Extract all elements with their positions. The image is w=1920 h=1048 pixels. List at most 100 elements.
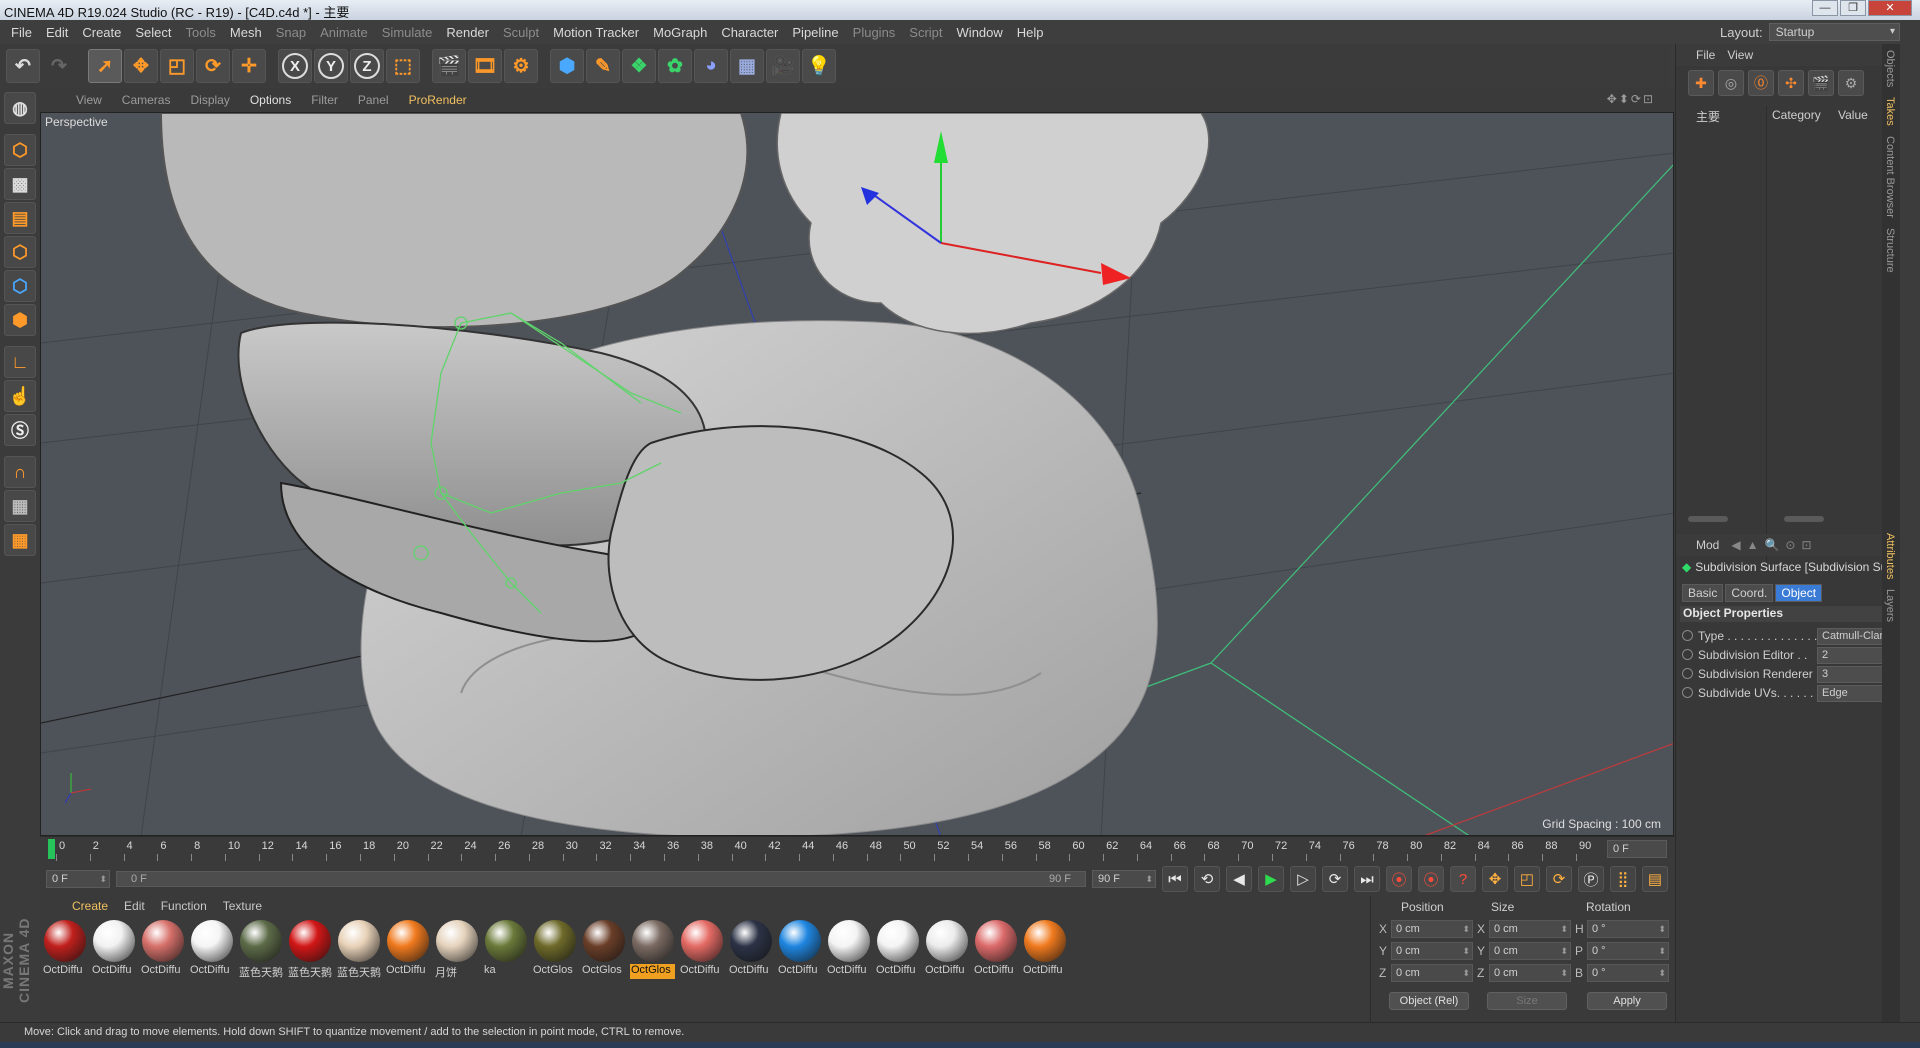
magnet-icon[interactable]: ∩ [4,456,36,488]
material-swatch[interactable]: OctGlos [581,920,626,979]
viewport-menu-options[interactable]: Options [240,93,301,107]
material-menu-texture[interactable]: Texture [215,899,270,913]
tweak-mode-icon[interactable]: ☝ [4,380,36,412]
menu-animate[interactable]: Animate [313,25,375,40]
move-tool-icon[interactable]: ✥ [124,49,158,83]
planar-workplane-icon[interactable]: ▦ [4,524,36,556]
attr-tab-basic[interactable]: Basic [1682,584,1724,602]
x-axis-lock-button[interactable]: X [278,49,312,83]
timeline-ticks[interactable]: 0 2 4 6 8 10 12 14 16 18 20 22 24 26 28 30 32 34 36 38 40 42 4… [50,837,1591,861]
key-rotation-icon[interactable]: ⟳ [1546,866,1572,892]
attr-tab-object[interactable]: Object [1775,584,1823,602]
material-swatch[interactable]: OctDiffu [140,920,185,979]
material-swatch[interactable]: OctDiffu [875,920,920,979]
apply-button[interactable]: Apply [1587,992,1667,1010]
take-icon[interactable]: ⓪ [1748,70,1774,96]
auto-key-icon[interactable]: ⦿ [1418,866,1444,892]
size-x-field[interactable]: 0 cm [1489,920,1571,938]
pen-spline-icon[interactable]: ✎ [586,49,620,83]
material-swatch[interactable]: OctDiffu [973,920,1018,979]
keyframe-selection-icon[interactable]: ? [1450,866,1476,892]
object-menu-file[interactable]: File [1696,48,1715,62]
select-tool-icon[interactable]: ➚ [88,49,122,83]
material-swatch[interactable]: OctDiffu [189,920,234,979]
position-x-field[interactable]: 0 cm [1391,920,1473,938]
start-frame-field[interactable]: 0 F [46,870,110,888]
menu-plugins[interactable]: Plugins [846,25,903,40]
animate-radio[interactable] [1682,668,1693,679]
play-icon[interactable]: ▶ [1258,866,1284,892]
property-value-field[interactable]: Edge [1817,685,1887,702]
size-z-field[interactable]: 0 cm [1489,964,1571,982]
menu-select[interactable]: Select [128,25,178,40]
material-menu-edit[interactable]: Edit [116,899,153,913]
position-y-field[interactable]: 0 cm [1391,942,1473,960]
attr-nav-icons[interactable]: ◀▲🔍⊙⊡ [1731,538,1817,552]
menu-simulate[interactable]: Simulate [375,25,440,40]
material-swatch[interactable]: OctGlos [532,920,577,979]
viewport[interactable]: Perspective Grid Spacing : 100 cm [40,112,1674,836]
property-value-field[interactable]: 2 [1817,647,1887,664]
side-tab-objects[interactable]: Objects [1884,50,1896,87]
point-mode-icon[interactable]: ⬡ [4,236,36,268]
menu-render[interactable]: Render [439,25,496,40]
material-swatch[interactable]: OctDiffu [728,920,773,979]
attr-menu-mode[interactable]: Mod [1696,538,1719,552]
render-view-icon[interactable]: 🎬 [432,49,466,83]
menu-tools[interactable]: Tools [179,25,223,40]
previous-key-icon[interactable]: ⟲ [1194,866,1220,892]
attr-tab-coord[interactable]: Coord. [1725,584,1774,602]
scale-tool-icon[interactable]: ◰ [160,49,194,83]
material-swatch[interactable]: OctGlos [630,920,675,979]
key-parameter-icon[interactable]: Ⓟ [1578,866,1604,892]
model-mode-icon[interactable]: ⬡ [4,134,36,166]
coordinate-system-icon[interactable]: ⬚ [386,49,420,83]
axis-mode-icon[interactable]: ∟ [4,346,36,378]
floor-scene-icon[interactable]: ▦ [730,49,764,83]
size-y-field[interactable]: 0 cm [1489,942,1571,960]
timeline-window-icon[interactable]: ▤ [1642,866,1668,892]
menu-window[interactable]: Window [950,25,1010,40]
menu-character[interactable]: Character [714,25,785,40]
minimize-button[interactable]: — [1812,0,1838,16]
menu-pipeline[interactable]: Pipeline [785,25,845,40]
redo-icon[interactable]: ↷ [42,49,76,83]
menu-file[interactable]: File [4,25,39,40]
viewport-menu-display[interactable]: Display [180,93,239,107]
horizontal-scrollbar[interactable] [1684,514,1884,524]
animate-radio[interactable] [1682,649,1693,660]
animate-radio[interactable] [1682,687,1693,698]
go-to-start-icon[interactable]: ⏮ [1162,866,1188,892]
viewport-menu-prorender[interactable]: ProRender [399,93,477,107]
polygon-mode-icon[interactable]: ⬢ [4,304,36,336]
menu-create[interactable]: Create [75,25,128,40]
render-picture-viewer-icon[interactable]: 🎞 [468,49,502,83]
material-swatch[interactable]: 蓝色天鹅 [336,920,381,979]
auto-take-icon[interactable]: ⚙ [1838,70,1864,96]
maximize-button[interactable]: ❐ [1840,0,1866,16]
side-tab-layers[interactable]: Layers [1884,589,1896,622]
side-tab-attributes[interactable]: Attributes [1884,533,1896,579]
viewport-menu-panel[interactable]: Panel [348,93,399,107]
menu-mesh[interactable]: Mesh [223,25,269,40]
viewport-menu-cameras[interactable]: Cameras [112,93,181,107]
key-position-icon[interactable]: ✥ [1482,866,1508,892]
texture-mode-icon[interactable]: ▩ [4,168,36,200]
go-to-end-icon[interactable]: ⏭ [1354,866,1380,892]
rotate-tool-icon[interactable]: ⟳ [196,49,230,83]
add-icon[interactable]: ✚ [1688,70,1714,96]
property-value-field[interactable]: Catmull-Clark [1817,628,1887,645]
cube-primitive-icon[interactable]: ⬢ [550,49,584,83]
timeline[interactable]: 0 2 4 6 8 10 12 14 16 18 20 22 24 26 28 30 32 34 36 38 40 42 4… [40,836,1675,862]
rotation-b-field[interactable]: 0 ° [1587,964,1669,982]
subdivision-generator-icon[interactable]: ❖ [622,49,656,83]
live-selection-icon[interactable]: ✛ [232,49,266,83]
layout-select[interactable]: Startup [1768,23,1900,41]
previous-frame-icon[interactable]: ◀ [1226,866,1252,892]
material-menu-function[interactable]: Function [153,899,215,913]
deformer-icon[interactable]: ◕ [694,49,728,83]
menu-snap[interactable]: Snap [269,25,313,40]
side-tab-content-browser[interactable]: Content Browser [1884,136,1896,218]
snapping-icon[interactable]: Ⓢ [4,414,36,446]
render-settings-icon[interactable]: ⚙ [504,49,538,83]
